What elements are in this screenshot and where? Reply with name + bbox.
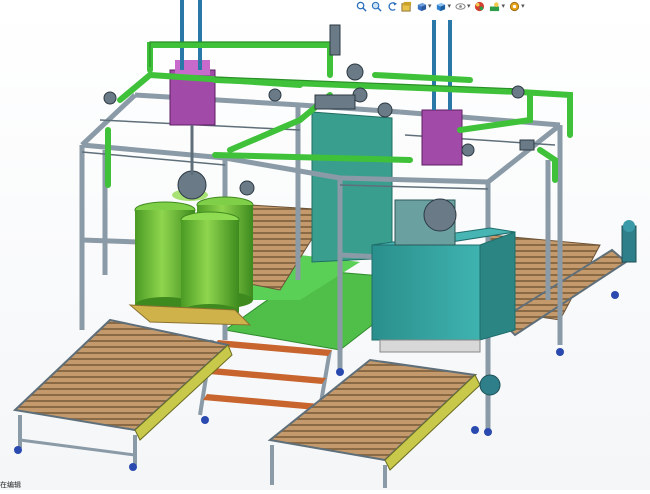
green-tank-cluster — [134, 189, 254, 320]
status-text: 在编辑 — [0, 481, 21, 489]
zoom-to-fit-icon[interactable] — [355, 0, 367, 12]
section-view-icon[interactable] — [400, 0, 412, 12]
edit-appearance-icon[interactable] — [474, 0, 486, 12]
chevron-down-icon[interactable]: ▾ — [502, 2, 506, 10]
previous-view-icon[interactable] — [385, 0, 397, 12]
view-settings-icon[interactable] — [508, 0, 520, 12]
teal-panel-back — [311, 111, 393, 263]
view-orientation-icon[interactable] — [415, 0, 427, 12]
chevron-down-icon[interactable]: ▾ — [428, 2, 432, 10]
chevron-down-icon[interactable]: ▾ — [448, 2, 452, 10]
chevron-down-icon[interactable]: ▾ — [467, 2, 471, 10]
right-conveyor-motor-cap — [623, 220, 635, 232]
machine-assembly-render — [12, 0, 637, 488]
display-style-icon[interactable] — [435, 0, 447, 12]
left-filling-head — [169, 0, 216, 200]
3d-model-viewport[interactable] — [0, 0, 650, 490]
chevron-down-icon[interactable]: ▾ — [521, 2, 525, 10]
heads-up-view-toolbar: ▾ ▾ ▾ ▾ ▾ — [355, 0, 525, 12]
front-left-conveyor — [12, 318, 233, 471]
hide-show-items-icon[interactable] — [454, 0, 466, 12]
zoom-area-icon[interactable] — [370, 0, 382, 12]
apply-scene-icon[interactable] — [489, 0, 501, 12]
right-filling-head — [421, 20, 463, 232]
